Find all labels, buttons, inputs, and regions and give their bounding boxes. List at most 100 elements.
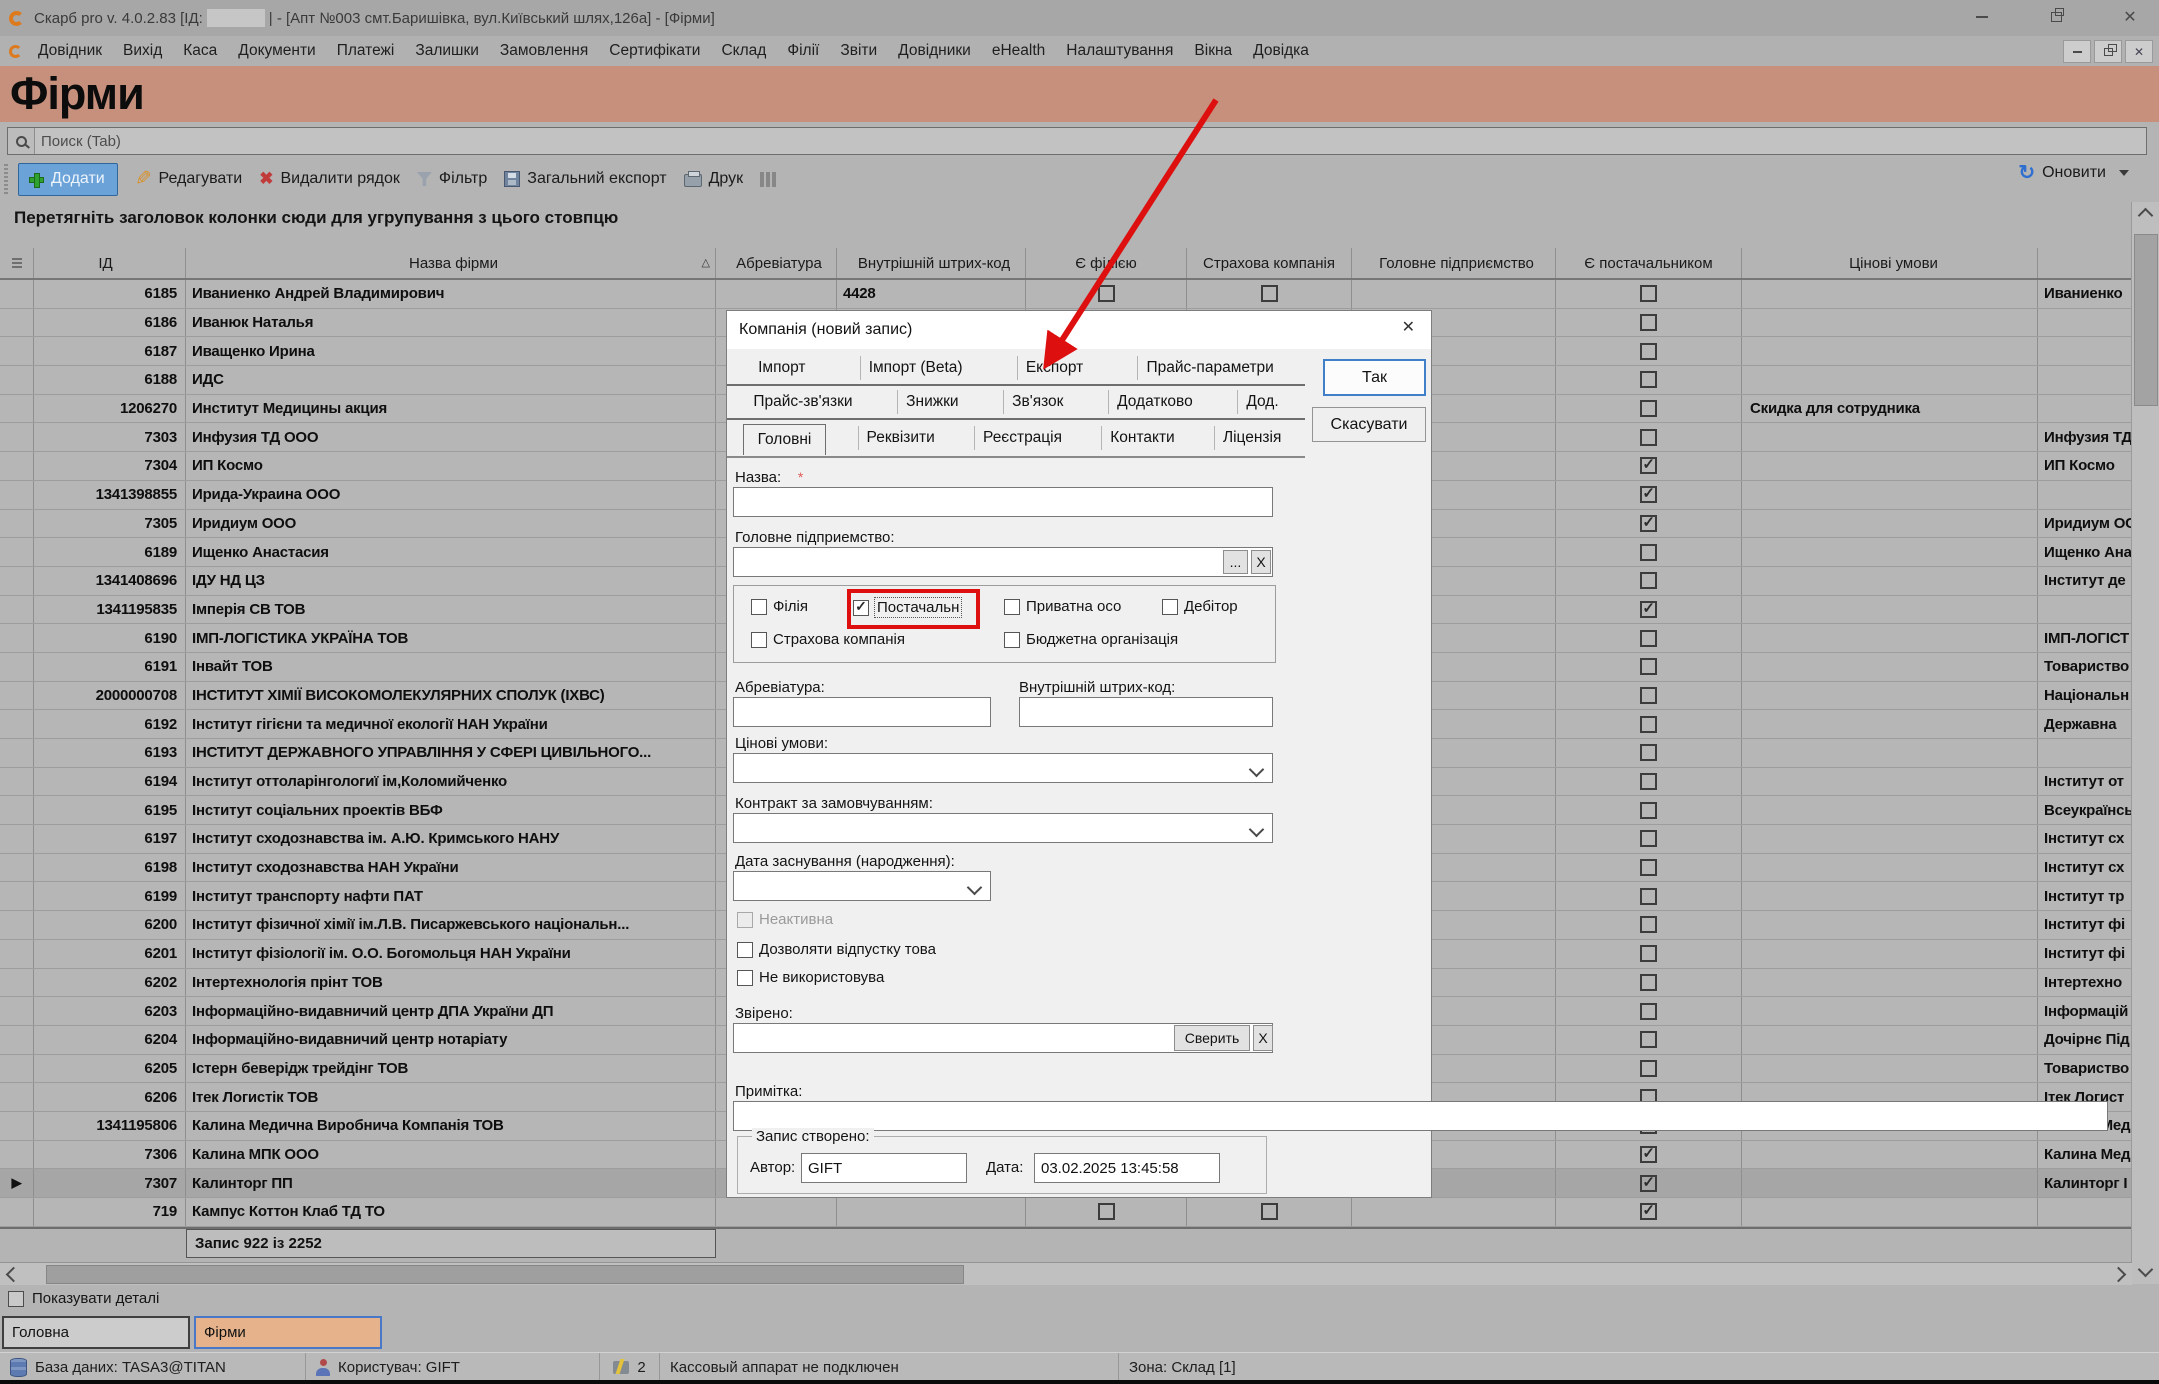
menu-item-11[interactable]: Довідники — [898, 42, 971, 60]
author-input[interactable] — [801, 1153, 967, 1183]
price-terms-select[interactable] — [733, 753, 1273, 783]
header-id[interactable]: ІД — [34, 248, 186, 278]
window-minimize-button[interactable] — [1961, 4, 2003, 30]
delete-row-button[interactable]: ✖ Видалити рядок — [259, 169, 400, 189]
not-used-checkbox[interactable]: Не використовува — [737, 969, 884, 986]
status-zone: Зона: Склад [1] — [1119, 1353, 1446, 1381]
menu-item-12[interactable]: eHealth — [992, 42, 1045, 60]
window-close-button[interactable]: ✕ — [2109, 4, 2151, 30]
debtor-checkbox[interactable]: Дебітор — [1162, 598, 1238, 615]
menu-item-1[interactable]: Вихід — [123, 42, 162, 60]
scroll-left-button[interactable] — [0, 1263, 27, 1285]
menu-item-0[interactable]: Довідник — [38, 42, 102, 60]
allow-dispense-checkbox[interactable]: Дозволяти відпустку това — [737, 941, 936, 958]
dialog-tab-r3-2[interactable]: Реєстрація — [974, 426, 1070, 450]
header-name[interactable]: Назва фірми△ — [186, 248, 716, 278]
verified-clear-button[interactable]: X — [1253, 1025, 1273, 1051]
tab-home[interactable]: Головна — [2, 1316, 190, 1349]
tab-firms[interactable]: Фірми — [194, 1316, 382, 1349]
menu-item-2[interactable]: Каса — [183, 42, 217, 60]
dialog-tab-r1-2[interactable]: Експорт — [1017, 356, 1091, 380]
chevron-down-icon[interactable] — [2119, 170, 2129, 176]
vertical-scrollbar[interactable] — [2131, 202, 2159, 1284]
abbr-input[interactable] — [733, 697, 991, 727]
filter-button[interactable]: Фільтр — [417, 170, 487, 188]
cell-price-terms — [1742, 940, 2038, 968]
cancel-button[interactable]: Скасувати — [1312, 407, 1426, 442]
menu-item-5[interactable]: Залишки — [415, 42, 479, 60]
dialog-tab-r1-3[interactable]: Прайс-параметри — [1137, 356, 1281, 380]
horizontal-scroll-thumb[interactable] — [46, 1265, 964, 1284]
print-button[interactable]: Друк — [684, 170, 744, 188]
dialog-tab-r1-0[interactable]: Імпорт — [750, 356, 813, 380]
menu-item-4[interactable]: Платежі — [337, 42, 395, 60]
dialog-title-bar[interactable]: Компанія (новий запис) ✕ — [727, 311, 1431, 349]
header-abbr[interactable]: Абревіатура — [716, 248, 837, 278]
dialog-tab-r1-1[interactable]: Імпорт (Beta) — [860, 356, 971, 380]
scroll-right-button[interactable] — [2105, 1263, 2132, 1285]
table-row[interactable]: 6185Иваниенко Андрей Владимирович4428Ива… — [0, 280, 2132, 309]
horizontal-scrollbar[interactable] — [0, 1262, 2132, 1285]
header-barcode[interactable]: Внутрішній штрих-код — [837, 248, 1026, 278]
search-box[interactable] — [7, 127, 2147, 155]
header-price-terms[interactable]: Цінові умови — [1742, 248, 2038, 278]
dialog-tab-r2-3[interactable]: Додатково — [1108, 390, 1201, 414]
menu-item-14[interactable]: Вікна — [1194, 42, 1232, 60]
mdi-close-button[interactable]: ✕ — [2125, 40, 2153, 63]
parent-input[interactable] — [733, 547, 1273, 577]
window-restore-button[interactable] — [2035, 4, 2077, 30]
dialog-tab-r2-0[interactable]: Прайс-зв'язки — [745, 390, 860, 414]
verify-button[interactable]: Сверить — [1174, 1025, 1250, 1051]
menu-item-13[interactable]: Налаштування — [1066, 42, 1173, 60]
toolbar-grip[interactable] — [4, 164, 8, 194]
menu-item-15[interactable]: Довідка — [1253, 42, 1309, 60]
edit-button[interactable]: ✎ Редагувати — [135, 170, 242, 188]
refresh-button[interactable]: ↻ Оновити — [2018, 164, 2129, 182]
menu-item-9[interactable]: Філії — [787, 42, 819, 60]
private-person-checkbox[interactable]: Приватна осо — [1004, 598, 1121, 615]
add-button[interactable]: Додати — [18, 163, 118, 196]
founded-date-select[interactable] — [733, 871, 991, 901]
note-input[interactable] — [733, 1101, 2108, 1131]
budget-checkbox[interactable]: Бюджетна організація — [1004, 631, 1178, 648]
barcode-input[interactable] — [1019, 697, 1273, 727]
scroll-down-button[interactable] — [2132, 1256, 2159, 1282]
header-insurance[interactable]: Страхова компанія — [1187, 248, 1352, 278]
branch-checkbox[interactable]: Філія — [751, 598, 808, 615]
header-extra[interactable] — [2038, 248, 2132, 278]
menu-item-8[interactable]: Склад — [721, 42, 766, 60]
header-parent[interactable]: Головне підприємство — [1352, 248, 1556, 278]
vertical-scroll-thumb[interactable] — [2134, 234, 2158, 406]
menu-item-6[interactable]: Замовлення — [500, 42, 588, 60]
table-row[interactable]: 719Кампус Коттон Клаб ТД ТО — [0, 1198, 2132, 1227]
parent-browse-button[interactable]: ... — [1223, 550, 1248, 574]
ok-button[interactable]: Так — [1323, 359, 1426, 396]
search-input[interactable] — [35, 132, 2146, 151]
parent-label: Головне підприемство: — [735, 529, 895, 546]
menu-item-3[interactable]: Документи — [238, 42, 315, 60]
header-supplier[interactable]: Є постачальником — [1556, 248, 1742, 278]
columns-button[interactable] — [760, 172, 776, 187]
dialog-tab-r3-1[interactable]: Реквізити — [858, 426, 943, 450]
parent-clear-button[interactable]: X — [1251, 550, 1271, 574]
name-input[interactable] — [733, 487, 1273, 517]
dialog-tab-r3-0[interactable]: Головні — [743, 424, 827, 455]
scroll-up-button[interactable] — [2132, 202, 2159, 228]
menu-item-10[interactable]: Звіти — [840, 42, 877, 60]
dialog-tab-r2-2[interactable]: Зв'язок — [1003, 390, 1071, 414]
dialog-tab-r2-1[interactable]: Знижки — [897, 390, 966, 414]
menu-item-7[interactable]: Сертифікати — [609, 42, 700, 60]
dialog-close-button[interactable]: ✕ — [1402, 317, 1415, 337]
dialog-tab-r3-4[interactable]: Ліцензія — [1214, 426, 1289, 450]
show-details-checkbox[interactable] — [8, 1291, 24, 1307]
dialog-tab-r2-4[interactable]: Дод. — [1237, 390, 1286, 414]
mdi-minimize-button[interactable] — [2063, 40, 2091, 63]
header-branch[interactable]: Є філією — [1026, 248, 1187, 278]
dialog-tab-r3-3[interactable]: Контакти — [1101, 426, 1182, 450]
row-indicator-cell — [0, 538, 34, 566]
date-input[interactable] — [1034, 1153, 1220, 1183]
contract-select[interactable] — [733, 813, 1273, 843]
mdi-restore-button[interactable] — [2094, 40, 2122, 63]
export-button[interactable]: Загальний експорт — [504, 170, 666, 188]
insurance-checkbox[interactable]: Страхова компанія — [751, 631, 905, 648]
